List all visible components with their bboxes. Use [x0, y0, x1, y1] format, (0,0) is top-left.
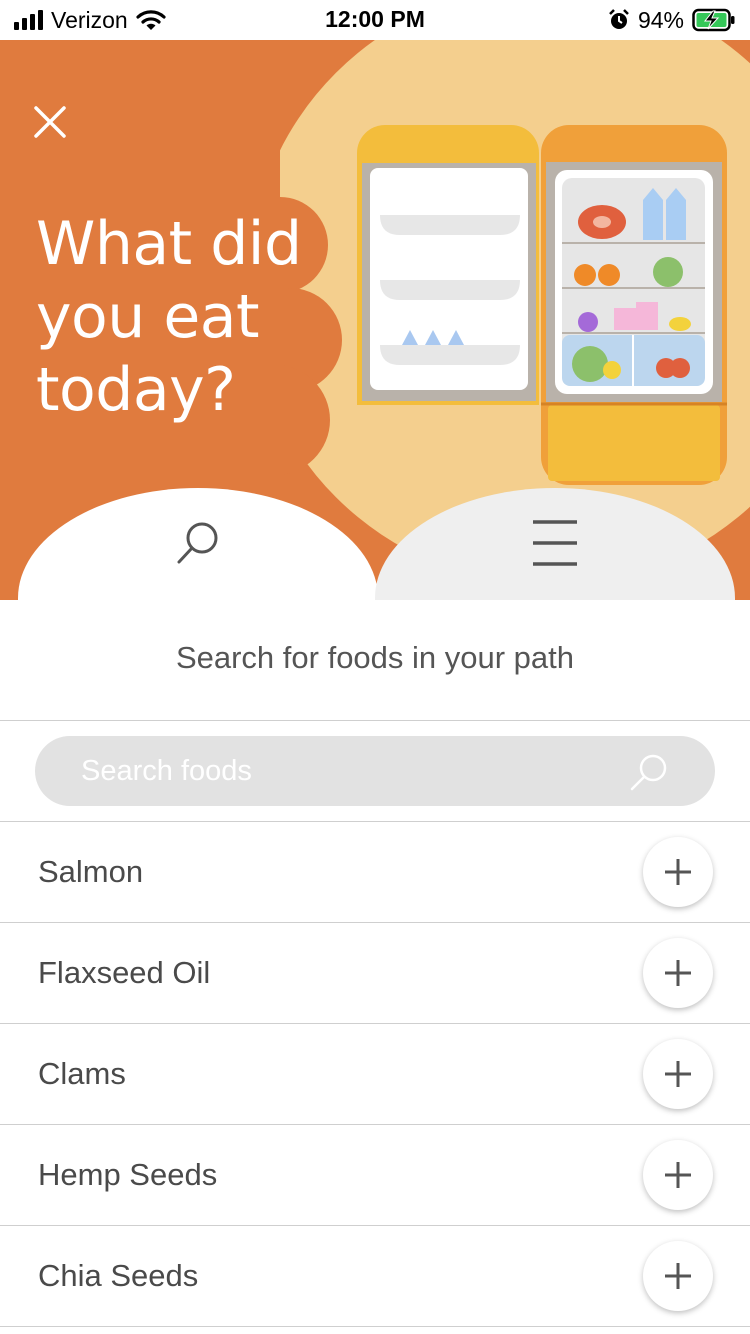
food-name: Chia Seeds: [38, 1258, 199, 1293]
list-item: Hemp Seeds: [0, 1125, 750, 1226]
search-input[interactable]: [81, 736, 641, 806]
add-food-button[interactable]: [643, 837, 713, 907]
list-item: Flaxseed Oil: [0, 923, 750, 1024]
plus-icon: [665, 859, 691, 885]
add-food-button[interactable]: [643, 1039, 713, 1109]
list-item: Salmon: [0, 822, 750, 923]
food-name: Clams: [38, 1056, 126, 1091]
add-food-button[interactable]: [643, 1241, 713, 1311]
title-line: today?: [36, 355, 236, 425]
search-icon[interactable]: [629, 752, 669, 792]
hero-banner: What did you eat today?: [0, 40, 750, 600]
list-item: Chia Seeds: [0, 1226, 750, 1327]
status-right: 94%: [608, 6, 736, 34]
close-icon[interactable]: [30, 102, 70, 142]
alarm-icon: [609, 9, 629, 29]
plus-icon: [665, 1162, 691, 1188]
section-title: Search for foods in your path: [175, 640, 575, 675]
food-name: Hemp Seeds: [38, 1157, 218, 1192]
add-food-button[interactable]: [643, 938, 713, 1008]
menu-icon: [533, 520, 577, 566]
title-line: What did: [36, 209, 302, 279]
search-bar[interactable]: [35, 736, 715, 806]
search-icon: [177, 522, 218, 564]
add-food-button[interactable]: [643, 1140, 713, 1210]
title-line: you eat: [36, 282, 260, 352]
food-name: Salmon: [38, 854, 144, 889]
plus-icon: [665, 1061, 691, 1087]
status-bar: Verizon 12:00 PM 94%: [0, 0, 750, 40]
battery-charging-icon: [692, 8, 735, 32]
page-title: What did you eat today?: [36, 208, 336, 427]
list-item: Clams: [0, 1024, 750, 1125]
plus-icon: [665, 960, 691, 986]
plus-icon: [665, 1263, 691, 1289]
food-name: Flaxseed Oil: [38, 955, 211, 990]
battery-percentage: 94%: [637, 6, 684, 33]
divider: [0, 720, 750, 721]
